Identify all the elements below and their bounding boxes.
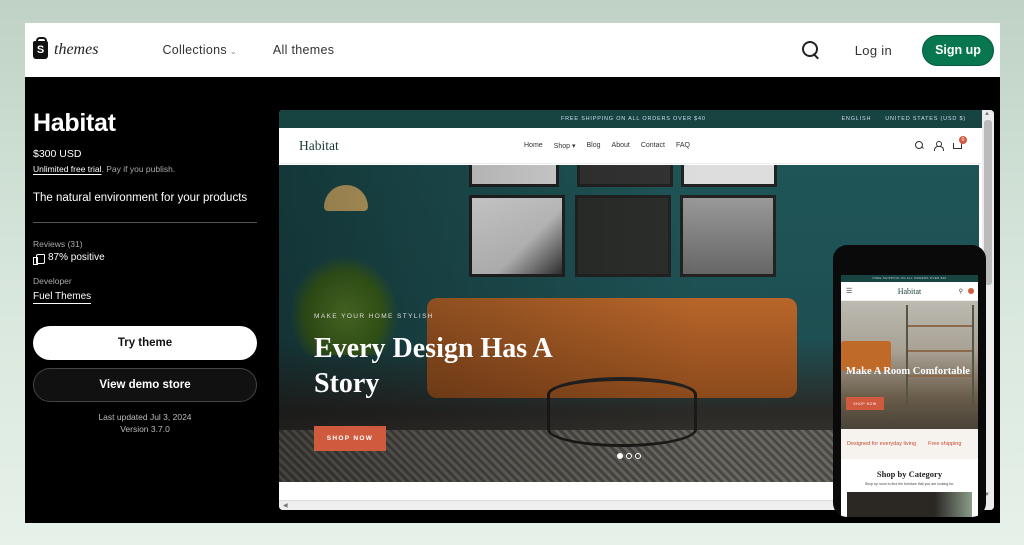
theme-version: Version 3.7.0 — [120, 424, 170, 434]
category-title: Shop by Category — [876, 469, 943, 479]
mobile-screen: FREE SHIPPING ON ALL ORDERS OVER $40 ☰ H… — [841, 275, 978, 517]
category-subtitle: Shop by room to find the furniture that … — [864, 482, 955, 486]
free-trial-link[interactable]: Unlimited free trial — [33, 164, 102, 174]
reviews-positive: 87% positive — [48, 252, 105, 263]
shop-by-category: Shop by Category Shop by room to find th… — [841, 459, 978, 486]
theme-info-sidebar: Habitat $300 USD Unlimited free trial. P… — [33, 109, 257, 435]
theme-meta: Last updated Jul 3, 2024 Version 3.7.0 — [33, 411, 257, 435]
feature-text: Designed for everyday living — [847, 441, 917, 447]
mobile-store-logo[interactable]: Habitat — [841, 287, 978, 296]
mobile-feature-strip: Designed for everyday living Free shippi… — [841, 429, 978, 459]
theme-price: $300 USD — [33, 148, 82, 160]
currency-selector[interactable]: UNITED STATES (USD $) — [885, 116, 966, 122]
login-link[interactable]: Log in — [855, 43, 892, 58]
hero-headline: Every Design Has A Story — [314, 333, 552, 399]
logo-text: themes — [54, 41, 99, 58]
search-icon[interactable]: ⚲ — [959, 288, 963, 295]
hero-eyebrow: MAKE YOUR HOME STYLISH — [314, 313, 434, 320]
thumbs-up-icon — [33, 253, 45, 265]
header-actions: Log in Sign up — [801, 34, 994, 66]
scroll-left-icon[interactable]: ◀ — [283, 502, 288, 509]
last-updated: Last updated Jul 3, 2024 — [98, 412, 192, 422]
announcement-bar: FREE SHIPPING ON ALL ORDERS OVER $40 ENG… — [279, 110, 994, 128]
divider — [33, 222, 257, 223]
reviews-summary: 87% positive — [33, 252, 257, 265]
store-nav-shop-label: Shop — [553, 142, 571, 150]
cart-icon[interactable]: 0 — [953, 136, 967, 150]
mobile-announcement: FREE SHIPPING ON ALL ORDERS OVER $40 — [841, 275, 978, 282]
store-nav-contact[interactable]: Contact — [641, 142, 665, 150]
caret-down-icon: ▾ — [572, 142, 576, 150]
shop-now-button[interactable]: SHOP NOW — [314, 426, 386, 451]
mobile-icons: ⚲ — [959, 287, 974, 295]
mobile-shop-now-button[interactable]: SHOP NOW — [846, 397, 884, 410]
language-selector[interactable]: ENGLISH — [841, 116, 871, 122]
shopify-bag-icon: S — [33, 37, 48, 59]
store-nav-faq[interactable]: FAQ — [676, 142, 690, 150]
trial-info: Unlimited free trial. Pay if you publish… — [33, 164, 257, 174]
mobile-header: ☰ Habitat ⚲ — [841, 282, 978, 301]
top-navigation-bar: S themes Collections ⌄ All themes Log in … — [25, 23, 1000, 77]
mobile-hero: Make A Room Comfortable SHOP NOW — [841, 301, 978, 429]
feature-text: Free shipping — [928, 441, 962, 447]
main-nav: Collections ⌄ All themes — [162, 43, 334, 57]
announcement-text: FREE SHIPPING ON ALL ORDERS OVER $40 — [561, 116, 706, 122]
category-image[interactable] — [847, 492, 972, 517]
store-header: Habitat Home Shop ▾ Blog About Contact F… — [279, 128, 994, 164]
chevron-down-icon: ⌄ — [229, 47, 237, 56]
search-icon[interactable] — [801, 40, 821, 60]
search-icon[interactable] — [915, 141, 924, 150]
hamburger-menu-icon[interactable]: ☰ — [846, 287, 852, 295]
cart-count-badge: 0 — [959, 136, 967, 144]
nav-all-themes[interactable]: All themes — [273, 43, 334, 57]
reviews-label[interactable]: Reviews (31) — [33, 239, 257, 249]
nav-collections-label: Collections — [162, 43, 227, 57]
trial-note: . Pay if you publish. — [101, 164, 176, 174]
store-nav-shop[interactable]: Shop ▾ — [554, 142, 576, 150]
scroll-up-icon[interactable]: ▲ — [984, 111, 990, 117]
slide-dot-3[interactable] — [635, 453, 641, 459]
slide-dot-1[interactable] — [617, 453, 623, 459]
shelf — [906, 305, 974, 405]
store-logo[interactable]: Habitat — [299, 138, 339, 154]
localization: ENGLISH UNITED STATES (USD $) — [841, 116, 966, 122]
try-theme-button[interactable]: Try theme — [33, 326, 257, 360]
account-icon[interactable] — [934, 141, 944, 151]
nav-collections[interactable]: Collections ⌄ — [162, 43, 236, 57]
signup-button[interactable]: Sign up — [922, 34, 994, 66]
developer-label: Developer — [33, 276, 72, 286]
slide-indicators — [617, 453, 641, 459]
store-icons: 0 — [915, 136, 967, 151]
store-nav-about[interactable]: About — [612, 142, 630, 150]
theme-title: Habitat — [33, 109, 116, 137]
shopify-themes-logo[interactable]: S themes — [33, 37, 99, 59]
theme-detail-panel: Habitat $300 USD Unlimited free trial. P… — [25, 77, 1000, 523]
cart-icon[interactable] — [968, 287, 974, 294]
developer-link[interactable]: Fuel Themes — [33, 291, 92, 304]
slide-dot-2[interactable] — [626, 453, 632, 459]
view-demo-store-button[interactable]: View demo store — [33, 368, 257, 402]
store-nav: Home Shop ▾ Blog About Contact FAQ — [524, 142, 690, 150]
store-nav-home[interactable]: Home — [524, 142, 543, 150]
theme-tagline: The natural environment for your product… — [33, 192, 248, 204]
store-nav-blog[interactable]: Blog — [587, 142, 601, 150]
mobile-preview[interactable]: FREE SHIPPING ON ALL ORDERS OVER $40 ☰ H… — [833, 245, 986, 517]
mobile-hero-title: Make A Room Comfortable — [846, 366, 970, 377]
